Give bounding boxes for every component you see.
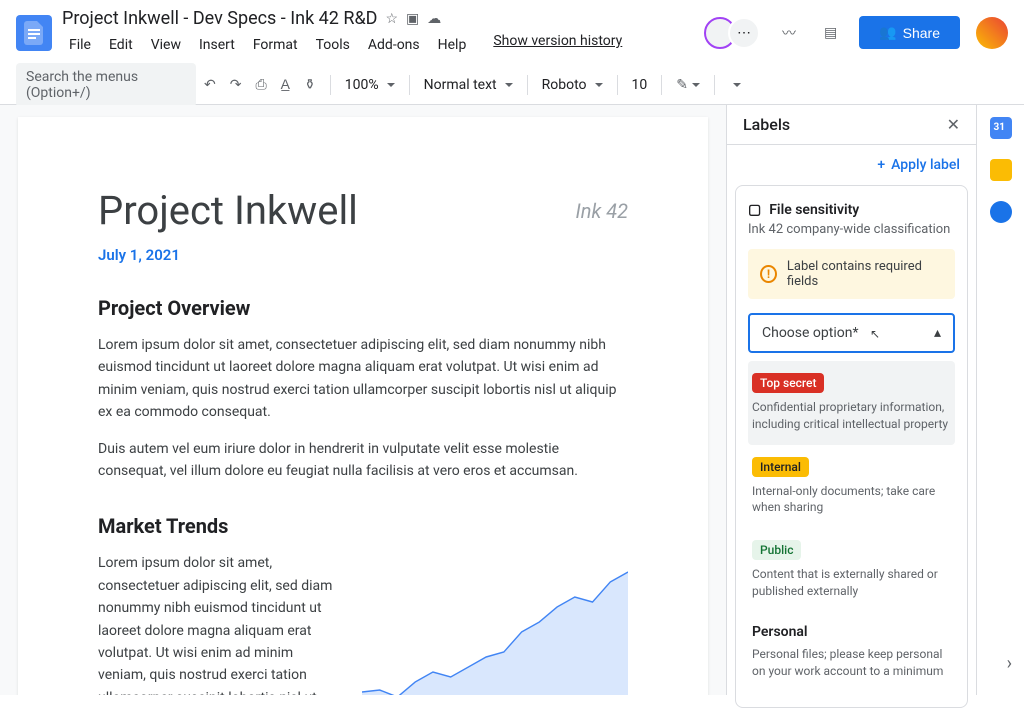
menu-addons[interactable]: Add-ons xyxy=(361,33,427,57)
close-icon[interactable]: ✕ xyxy=(947,115,960,134)
move-folder-icon[interactable]: ▣ xyxy=(406,11,419,27)
option-public[interactable]: Public Content that is externally shared… xyxy=(748,528,955,612)
title-area: Project Inkwell - Dev Specs - Ink 42 R&D… xyxy=(62,8,712,57)
person-add-icon: 👥 xyxy=(879,24,896,41)
header-right: ⋯ 〰 ▤ 👥 Share xyxy=(712,16,1008,49)
menu-tools[interactable]: Tools xyxy=(309,33,357,57)
required-fields-warning: ! Label contains required fields xyxy=(748,249,955,299)
card-title: File sensitivity xyxy=(769,202,859,218)
apply-label-button[interactable]: + Apply label xyxy=(877,157,960,173)
file-sensitivity-card: ▢ File sensitivity Ink 42 company-wide c… xyxy=(735,185,968,708)
trends-p[interactable]: Lorem ipsum dolor sit amet, consectetuer… xyxy=(98,552,338,695)
redo-icon[interactable]: ↷ xyxy=(224,71,248,99)
undo-icon[interactable]: ↶ xyxy=(198,71,222,99)
font-dropdown[interactable]: Roboto xyxy=(536,73,609,97)
overview-heading[interactable]: Project Overview xyxy=(98,296,628,320)
menu-view[interactable]: View xyxy=(144,33,188,57)
option-top-secret[interactable]: Top secret Confidential proprietary info… xyxy=(748,361,955,445)
zoom-dropdown[interactable]: 100% xyxy=(339,73,401,97)
font-size-dropdown[interactable]: 10 xyxy=(626,73,654,97)
apply-label-text: Apply label xyxy=(891,157,960,173)
highlight-icon[interactable]: ✎ xyxy=(670,71,706,99)
warning-icon: ! xyxy=(760,265,777,283)
trends-heading[interactable]: Market Trends xyxy=(98,514,628,538)
overview-p1[interactable]: Lorem ipsum dolor sit amet, consectetuer… xyxy=(98,334,628,424)
menu-help[interactable]: Help xyxy=(431,33,474,57)
spellcheck-icon[interactable]: A̲ xyxy=(275,70,296,99)
document-page[interactable]: Project Inkwell Ink 42 July 1, 2021 Proj… xyxy=(18,117,708,695)
badge-top-secret: Top secret xyxy=(752,373,824,393)
tasks-icon[interactable] xyxy=(990,201,1012,223)
presence-avatars[interactable]: ⋯ xyxy=(712,17,760,49)
label-tag-icon: ▢ xyxy=(748,202,761,218)
plus-icon: + xyxy=(877,157,885,173)
app-header: Project Inkwell - Dev Specs - Ink 42 R&D… xyxy=(0,0,1024,65)
doc-h1-text[interactable]: Project Inkwell xyxy=(98,187,358,234)
more-tools-icon[interactable] xyxy=(723,77,747,93)
paint-format-icon[interactable]: ⚱ xyxy=(298,71,322,99)
doc-h1: Project Inkwell Ink 42 xyxy=(98,187,628,234)
menu-format[interactable]: Format xyxy=(246,33,305,57)
company-logo: Ink 42 xyxy=(575,199,628,223)
search-menus-input[interactable]: Search the menus (Option+/) xyxy=(16,63,196,107)
keep-icon[interactable] xyxy=(990,159,1012,181)
overview-p2[interactable]: Duis autem vel eum iriure dolor in hendr… xyxy=(98,438,628,483)
comments-icon[interactable]: ▤ xyxy=(818,19,843,47)
show-side-panel-icon[interactable]: › xyxy=(1007,653,1012,674)
option-desc: Internal-only documents; take care when … xyxy=(752,483,951,517)
option-desc: Content that is externally shared or pub… xyxy=(752,566,951,600)
menu-file[interactable]: File xyxy=(62,33,98,57)
classification-options: Top secret Confidential proprietary info… xyxy=(748,361,955,691)
badge-internal: Internal xyxy=(752,457,809,477)
warning-text: Label contains required fields xyxy=(787,259,943,289)
presence-avatar-2[interactable]: ⋯ xyxy=(728,17,760,49)
doc-date[interactable]: July 1, 2021 xyxy=(98,246,628,264)
share-label: Share xyxy=(903,25,940,41)
menu-edit[interactable]: Edit xyxy=(102,33,140,57)
cloud-status-icon[interactable]: ☁ xyxy=(427,11,441,27)
menu-insert[interactable]: Insert xyxy=(192,33,242,57)
main-area: Project Inkwell Ink 42 July 1, 2021 Proj… xyxy=(0,105,1024,695)
chevron-up-icon: ▴ xyxy=(934,325,941,341)
select-placeholder: Choose option* xyxy=(762,325,859,341)
menu-bar: File Edit View Insert Format Tools Add-o… xyxy=(62,33,712,57)
activity-icon[interactable]: 〰 xyxy=(776,17,802,49)
star-icon[interactable]: ☆ xyxy=(385,11,398,27)
calendar-icon[interactable] xyxy=(990,117,1012,139)
print-icon[interactable]: ⎙ xyxy=(249,71,272,99)
side-rail xyxy=(976,105,1024,695)
market-trends-chart xyxy=(362,552,628,695)
labels-panel: Labels ✕ + Apply label ▢ File sensitivit… xyxy=(726,105,976,695)
doc-title[interactable]: Project Inkwell - Dev Specs - Ink 42 R&D xyxy=(62,8,377,29)
style-dropdown[interactable]: Normal text xyxy=(418,73,519,97)
option-personal[interactable]: Personal Personal files; please keep per… xyxy=(748,612,955,692)
account-avatar[interactable] xyxy=(976,17,1008,49)
share-button[interactable]: 👥 Share xyxy=(859,16,960,49)
card-subtitle: Ink 42 company-wide classification xyxy=(748,222,955,237)
toolbar: Search the menus (Option+/) ↶ ↷ ⎙ A̲ ⚱ 1… xyxy=(0,65,1024,105)
document-canvas[interactable]: Project Inkwell Ink 42 July 1, 2021 Proj… xyxy=(0,105,726,695)
cursor-icon: ↖ xyxy=(870,327,880,341)
option-internal[interactable]: Internal Internal-only documents; take c… xyxy=(748,445,955,529)
docs-app-icon[interactable] xyxy=(16,15,52,51)
option-title: Personal xyxy=(752,624,951,640)
version-history-link[interactable]: Show version history xyxy=(493,33,622,57)
badge-public: Public xyxy=(752,540,801,560)
panel-title: Labels xyxy=(743,115,947,134)
option-desc: Personal files; please keep personal on … xyxy=(752,646,951,680)
option-desc: Confidential proprietary information, in… xyxy=(752,399,951,433)
classification-select[interactable]: Choose option* ↖ ▴ xyxy=(748,313,955,353)
